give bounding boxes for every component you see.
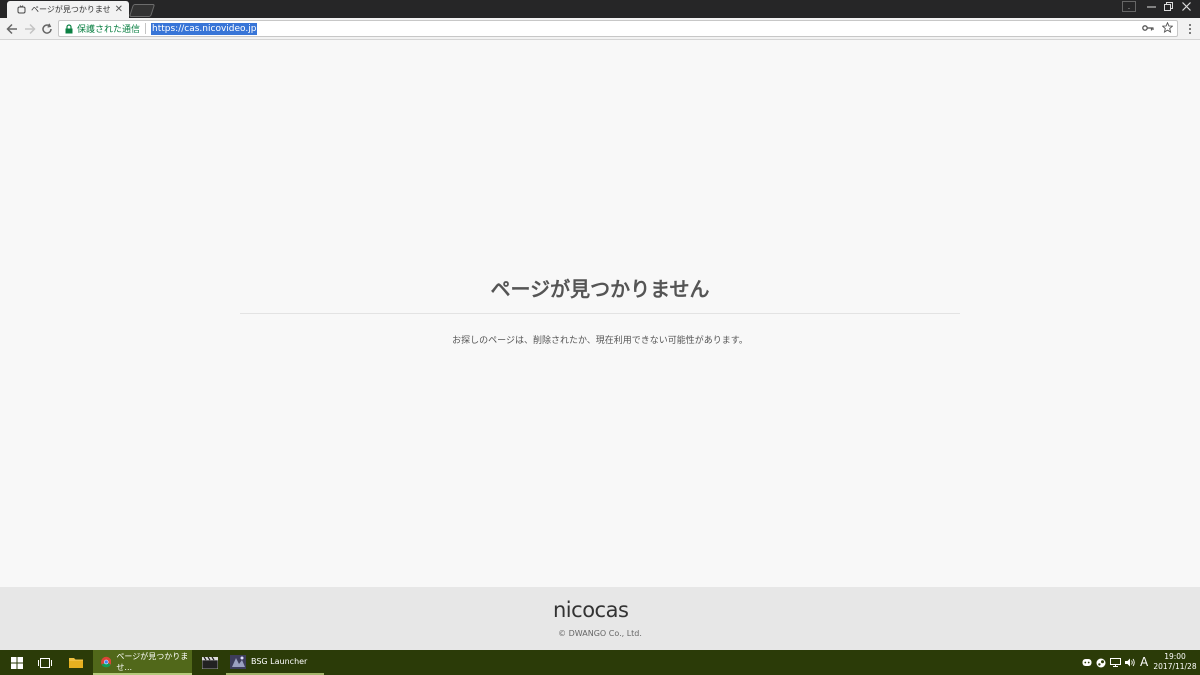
discord-icon[interactable]	[1082, 658, 1092, 667]
chrome-icon	[101, 656, 112, 667]
arrow-left-icon	[6, 23, 17, 35]
clapperboard-icon	[202, 656, 218, 669]
system-tray	[1082, 650, 1136, 675]
security-label[interactable]: 保護された通信	[77, 22, 140, 35]
menu-dot-icon	[1189, 28, 1191, 30]
restore-button[interactable]	[1158, 0, 1178, 13]
tab-close-icon[interactable]: ✕	[115, 4, 123, 15]
omnibox-separator	[145, 23, 147, 34]
address-bar[interactable]: 保護された通信 https://cas.nicovideo.jp	[58, 20, 1178, 37]
taskbar-window-label: ページが見つかりませ...	[116, 651, 189, 672]
error-message: お探しのページは、削除されたか、現在利用できない可能性があります。	[452, 336, 748, 346]
windows-logo-icon	[10, 656, 23, 669]
windows-taskbar: ページが見つかりませ... BSG Launcher A 19:00 2017/…	[0, 650, 1200, 675]
task-view-icon	[38, 657, 52, 668]
svg-text:nicocas: nicocas	[553, 598, 628, 622]
taskbar-window-label: BSG Launcher	[251, 657, 308, 666]
clock-date: 2017/11/28	[1153, 662, 1197, 671]
browser-titlebar: ページが見つかりません - nic ✕ .	[0, 0, 1200, 18]
browser-menu-button[interactable]	[1183, 21, 1197, 37]
key-icon[interactable]	[1142, 24, 1154, 35]
bsg-launcher-icon	[230, 654, 246, 669]
site-footer: nicocas © DWANGO Co., Ltd.	[0, 587, 1200, 650]
tab-title: ページが見つかりません - nic	[31, 5, 111, 14]
taskbar-clock[interactable]: 19:00 2017/11/28	[1153, 652, 1197, 672]
steam-icon[interactable]	[1096, 658, 1106, 668]
file-explorer-button[interactable]	[64, 650, 88, 675]
taskbar-chrome-window[interactable]: ページが見つかりませ...	[93, 650, 192, 675]
menu-dot-icon	[1189, 24, 1191, 26]
start-button[interactable]	[0, 650, 33, 675]
menu-dot-icon	[1189, 32, 1191, 34]
nicocas-favicon-icon	[17, 5, 26, 14]
task-view-button[interactable]	[34, 650, 56, 675]
new-tab-button[interactable]	[128, 4, 156, 17]
nicocas-logo[interactable]: nicocas	[553, 598, 647, 622]
url-text[interactable]: https://cas.nicovideo.jp	[151, 22, 258, 35]
ime-indicator[interactable]: A	[1140, 655, 1148, 669]
divider	[240, 313, 960, 314]
close-window-button[interactable]	[1176, 0, 1196, 13]
browser-tab[interactable]: ページが見つかりません - nic ✕	[7, 1, 129, 18]
page-title: ページが見つかりません	[490, 277, 710, 301]
reload-icon	[42, 23, 52, 34]
reload-button[interactable]	[39, 21, 55, 37]
bookmark-star-icon[interactable]	[1161, 21, 1174, 36]
arrow-right-icon	[25, 23, 36, 35]
browser-toolbar: 保護された通信 https://cas.nicovideo.jp	[0, 18, 1200, 40]
back-button[interactable]	[4, 21, 20, 37]
copyright-text: © DWANGO Co., Ltd.	[558, 629, 642, 638]
page-content: ページが見つかりません お探しのページは、削除されたか、現在利用できない可能性が…	[0, 41, 1200, 587]
volume-icon[interactable]	[1125, 658, 1136, 667]
network-icon[interactable]	[1110, 658, 1121, 667]
forward-button[interactable]	[22, 21, 38, 37]
clock-time: 19:00	[1164, 652, 1186, 661]
folder-icon	[69, 658, 83, 668]
window-extra-button[interactable]: .	[1122, 1, 1136, 12]
taskbar-video-app[interactable]	[198, 650, 222, 675]
taskbar-bsg-launcher[interactable]: BSG Launcher	[226, 650, 324, 675]
lock-icon[interactable]	[64, 23, 73, 34]
